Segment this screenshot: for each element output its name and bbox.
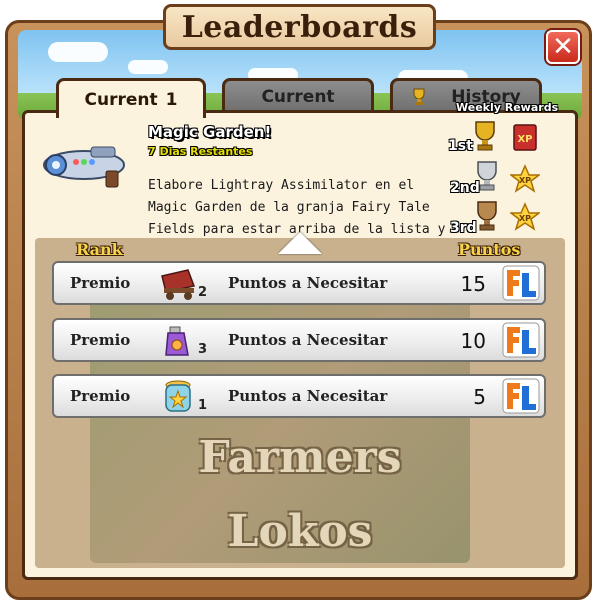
points-needed-label: Puntos a Necesitar <box>228 274 388 292</box>
tab-current-1[interactable]: Current 1 <box>56 78 206 118</box>
prize-quantity: 3 <box>198 342 208 357</box>
rank-column-header: Rank <box>76 240 123 259</box>
prize-quantity: 2 <box>198 285 208 300</box>
tab-label: Current <box>84 89 158 110</box>
watermark-line-1: Farmers <box>198 432 402 483</box>
title-plank: Leaderboards <box>163 4 436 50</box>
prize-label: Premio <box>70 331 131 349</box>
prize-label: Premio <box>70 387 131 405</box>
svg-text:XP: XP <box>519 214 531 223</box>
points-needed-label: Puntos a Necesitar <box>228 331 388 349</box>
event-description: Elabore Lightray Assimilator en el Magic… <box>148 178 446 237</box>
trophy-icon <box>413 88 425 105</box>
tab-label: Current <box>261 86 335 107</box>
farmville-logo-icon <box>502 265 540 301</box>
points-value: 5 <box>473 385 486 409</box>
wagon-icon <box>161 269 196 300</box>
lightray-assimilator-icon <box>43 146 125 188</box>
scroll-up-arrow-icon[interactable] <box>278 232 322 254</box>
xp-book-icon: XP <box>513 124 537 151</box>
xp-star-icon: XP <box>510 202 540 231</box>
svg-text:XP: XP <box>517 134 532 145</box>
spray-bottle-icon <box>165 326 189 356</box>
tab-current-2[interactable]: Current <box>222 78 374 112</box>
star-jar-icon <box>165 380 191 412</box>
table-row[interactable]: Premio 2 Puntos a Necesitar 15 <box>52 261 546 305</box>
silver-trophy-icon <box>477 161 497 191</box>
table-row[interactable]: Premio 3 Puntos a Necesitar 10 <box>52 318 546 362</box>
gold-trophy-icon <box>475 121 495 151</box>
prize-quantity: 1 <box>198 398 208 413</box>
points-needed-label: Puntos a Necesitar <box>228 387 388 405</box>
svg-text:XP: XP <box>519 176 531 185</box>
farmville-logo-icon <box>502 322 540 358</box>
prize-label: Premio <box>70 274 131 292</box>
table-row[interactable]: Premio 1 Puntos a Necesitar 5 <box>52 374 546 418</box>
event-title: Magic Garden! <box>148 123 272 141</box>
watermark-line-2: Lokos <box>227 506 373 557</box>
points-value: 10 <box>460 329 486 353</box>
xp-star-icon: XP <box>510 164 540 193</box>
bronze-trophy-icon <box>477 201 497 231</box>
window-title: Leaderboards <box>181 9 418 45</box>
days-remaining: 7 Dias Restantes <box>148 145 253 158</box>
points-value: 15 <box>460 272 486 296</box>
tab-badge: 1 <box>165 89 178 110</box>
close-button[interactable]: ✕ <box>546 30 580 64</box>
weekly-rewards-title: Weekly Rewards <box>456 101 559 114</box>
points-column-header: Puntos <box>458 240 521 259</box>
farmville-logo-icon <box>502 378 540 414</box>
